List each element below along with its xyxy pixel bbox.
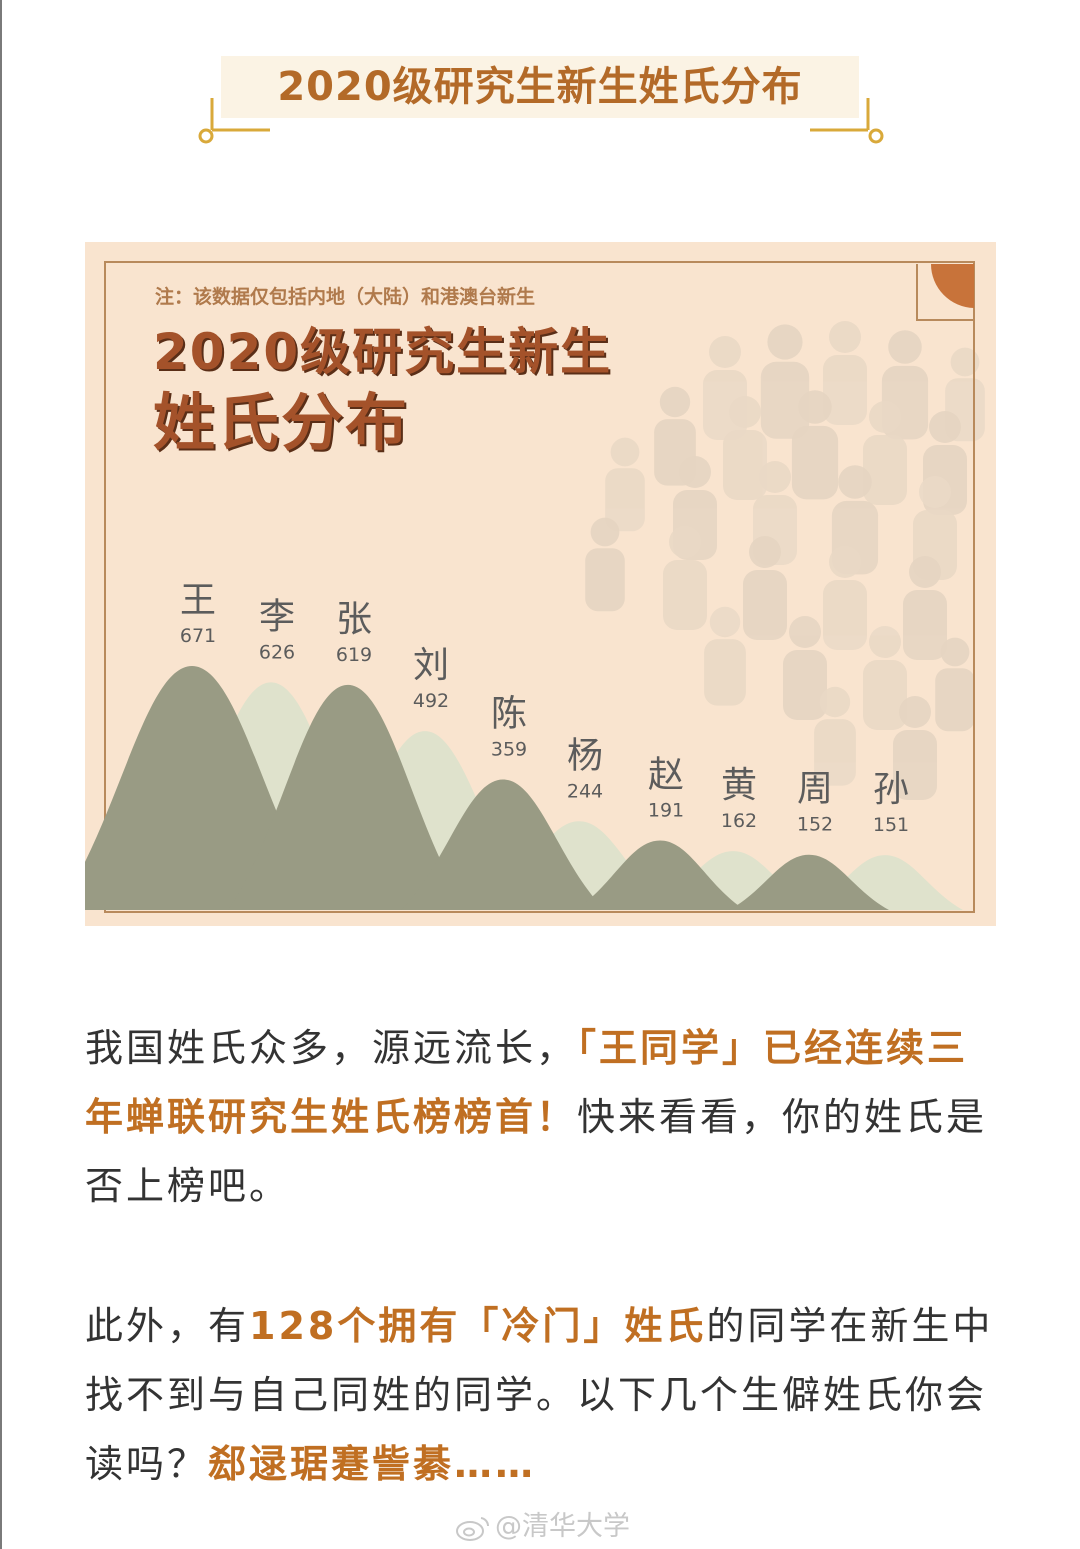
watermark-text: @清华大学 bbox=[495, 1511, 630, 1542]
surname-label: 赵 bbox=[648, 755, 684, 796]
weibo-icon bbox=[456, 1516, 490, 1541]
person-silhouette bbox=[760, 324, 810, 439]
surname-count: 151 bbox=[873, 814, 909, 836]
intro-text-1: 我国姓氏众多，源远流长， bbox=[85, 1026, 578, 1070]
surname-count: 152 bbox=[797, 814, 833, 836]
rare-highlight-count: 128个拥有「冷门」姓氏 bbox=[249, 1304, 707, 1348]
chart-title-line2: 姓氏分布 bbox=[153, 386, 410, 459]
title-banner: 2020级研究生新生姓氏分布 bbox=[221, 56, 859, 118]
person-silhouette bbox=[791, 390, 839, 500]
person-silhouette bbox=[823, 546, 867, 650]
chart-card: 王 671 李 626 张 619 刘 492 陈 359 杨 244 赵 191 黄 162 周 152 孙 151… bbox=[85, 242, 996, 926]
surname-label: 刘 bbox=[413, 645, 449, 686]
surname-label: 陈 bbox=[491, 693, 527, 734]
watermark: @清华大学 bbox=[455, 1504, 630, 1543]
surname-label: 李 bbox=[259, 596, 295, 637]
chart-note: 注：该数据仅包括内地（大陆）和港澳台新生 bbox=[155, 286, 536, 308]
person-silhouette bbox=[663, 526, 707, 630]
surname-count: 619 bbox=[336, 644, 372, 666]
section-header: 2020级研究生新生姓氏分布 bbox=[0, 50, 1080, 160]
paragraph-rare-surnames: 此外，有128个拥有「冷门」姓氏的同学在新生中找不到与自己同姓的同学。以下几个生… bbox=[85, 1292, 1000, 1499]
person-silhouette bbox=[605, 437, 645, 532]
rare-highlight-surnames: 郄逯琚蹇訾綦…… bbox=[208, 1442, 537, 1486]
surname-label: 黄 bbox=[721, 765, 757, 806]
rare-text-1: 此外，有 bbox=[85, 1304, 250, 1348]
surname-label: 王 bbox=[180, 580, 216, 621]
surname-count: 191 bbox=[648, 800, 684, 822]
surname-label: 杨 bbox=[567, 735, 603, 776]
person-silhouette bbox=[903, 556, 947, 660]
surname-count: 244 bbox=[567, 780, 603, 802]
surname-label: 张 bbox=[336, 599, 372, 640]
crowd-silhouettes bbox=[585, 321, 985, 800]
surname-count: 359 bbox=[491, 738, 527, 760]
surname-count: 492 bbox=[413, 690, 449, 712]
left-edge-line bbox=[0, 0, 2, 1549]
surname-count: 626 bbox=[259, 641, 295, 663]
surname-label: 孙 bbox=[873, 769, 909, 810]
surname-count: 671 bbox=[180, 625, 216, 647]
surname-count: 162 bbox=[721, 810, 757, 832]
person-silhouette bbox=[743, 536, 787, 640]
person-silhouette bbox=[704, 606, 746, 706]
header-title: 2020级研究生新生姓氏分布 bbox=[277, 64, 803, 110]
person-silhouette bbox=[723, 396, 767, 500]
person-silhouette bbox=[935, 637, 975, 732]
paragraph-intro: 我国姓氏众多，源远流长，「王同学」已经连续三年蝉联研究生姓氏榜榜首！快来看看，你… bbox=[85, 1014, 1000, 1221]
corner-quarter-circle bbox=[931, 264, 974, 308]
surname-label: 周 bbox=[797, 769, 833, 810]
person-silhouette bbox=[585, 517, 625, 612]
